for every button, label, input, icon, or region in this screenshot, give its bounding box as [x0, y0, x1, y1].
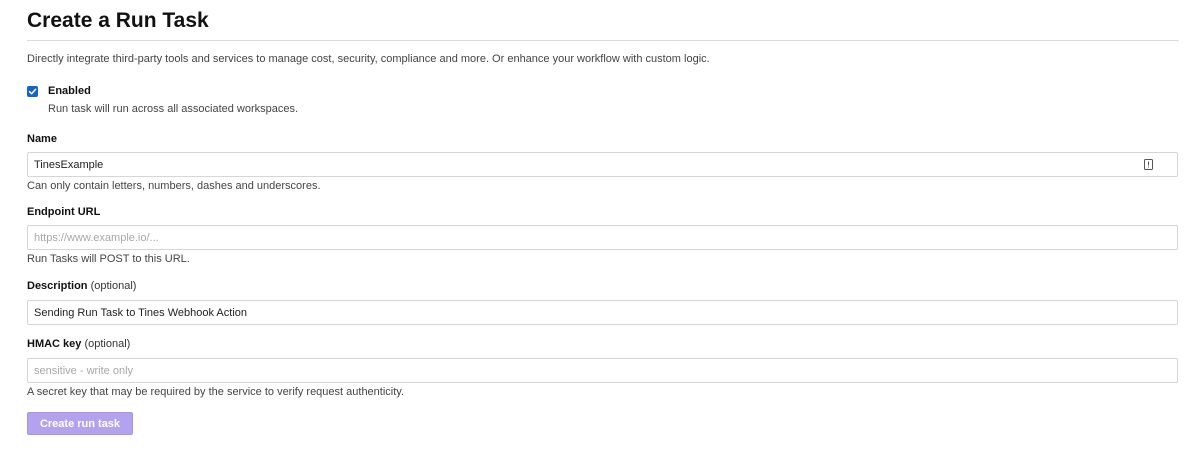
- description-input-value: Sending Run Task to Tines Webhook Action: [34, 306, 248, 319]
- page-title: Create a Run Task: [27, 9, 209, 32]
- hmac-key-label-text: HMAC key: [27, 338, 82, 350]
- endpoint-url-help: Run Tasks will POST to this URL.: [27, 253, 190, 265]
- create-run-task-button[interactable]: Create run task: [27, 412, 133, 435]
- hmac-key-help: A secret key that may be required by the…: [27, 386, 405, 398]
- description-optional-text: (optional): [90, 280, 137, 292]
- enabled-row: Enabled Run task will run across all ass…: [27, 84, 1179, 117]
- enabled-help: Run task will run across all associated …: [48, 103, 299, 115]
- endpoint-url-placeholder: https://www.example.io/...: [34, 231, 159, 244]
- description-label: Description (optional): [27, 279, 136, 294]
- endpoint-url-label: Endpoint URL: [27, 206, 101, 218]
- description-label-text: Description: [27, 280, 88, 292]
- hmac-key-placeholder: sensitive - write only: [34, 364, 134, 377]
- hmac-key-optional-text: (optional): [84, 338, 131, 350]
- name-help: Can only contain letters, numbers, dashe…: [27, 180, 321, 192]
- enabled-label[interactable]: Enabled: [48, 84, 298, 99]
- create-run-task-form: Create a Run Task Directly integrate thi…: [27, 0, 1179, 117]
- checkmark-icon: [28, 88, 37, 95]
- name-label: Name: [27, 133, 57, 145]
- page-intro: Directly integrate third-party tools and…: [27, 53, 710, 65]
- name-input-value: TinesExample: [34, 158, 104, 171]
- enabled-checkbox[interactable]: [27, 86, 38, 97]
- password-manager-icon[interactable]: [1144, 159, 1153, 170]
- hmac-key-input[interactable]: sensitive - write only: [27, 358, 1178, 383]
- name-input[interactable]: TinesExample: [27, 152, 1178, 177]
- hmac-key-label: HMAC key (optional): [27, 337, 130, 352]
- endpoint-url-input[interactable]: https://www.example.io/...: [27, 225, 1178, 250]
- description-input[interactable]: Sending Run Task to Tines Webhook Action: [27, 300, 1178, 325]
- title-divider: [27, 40, 1179, 41]
